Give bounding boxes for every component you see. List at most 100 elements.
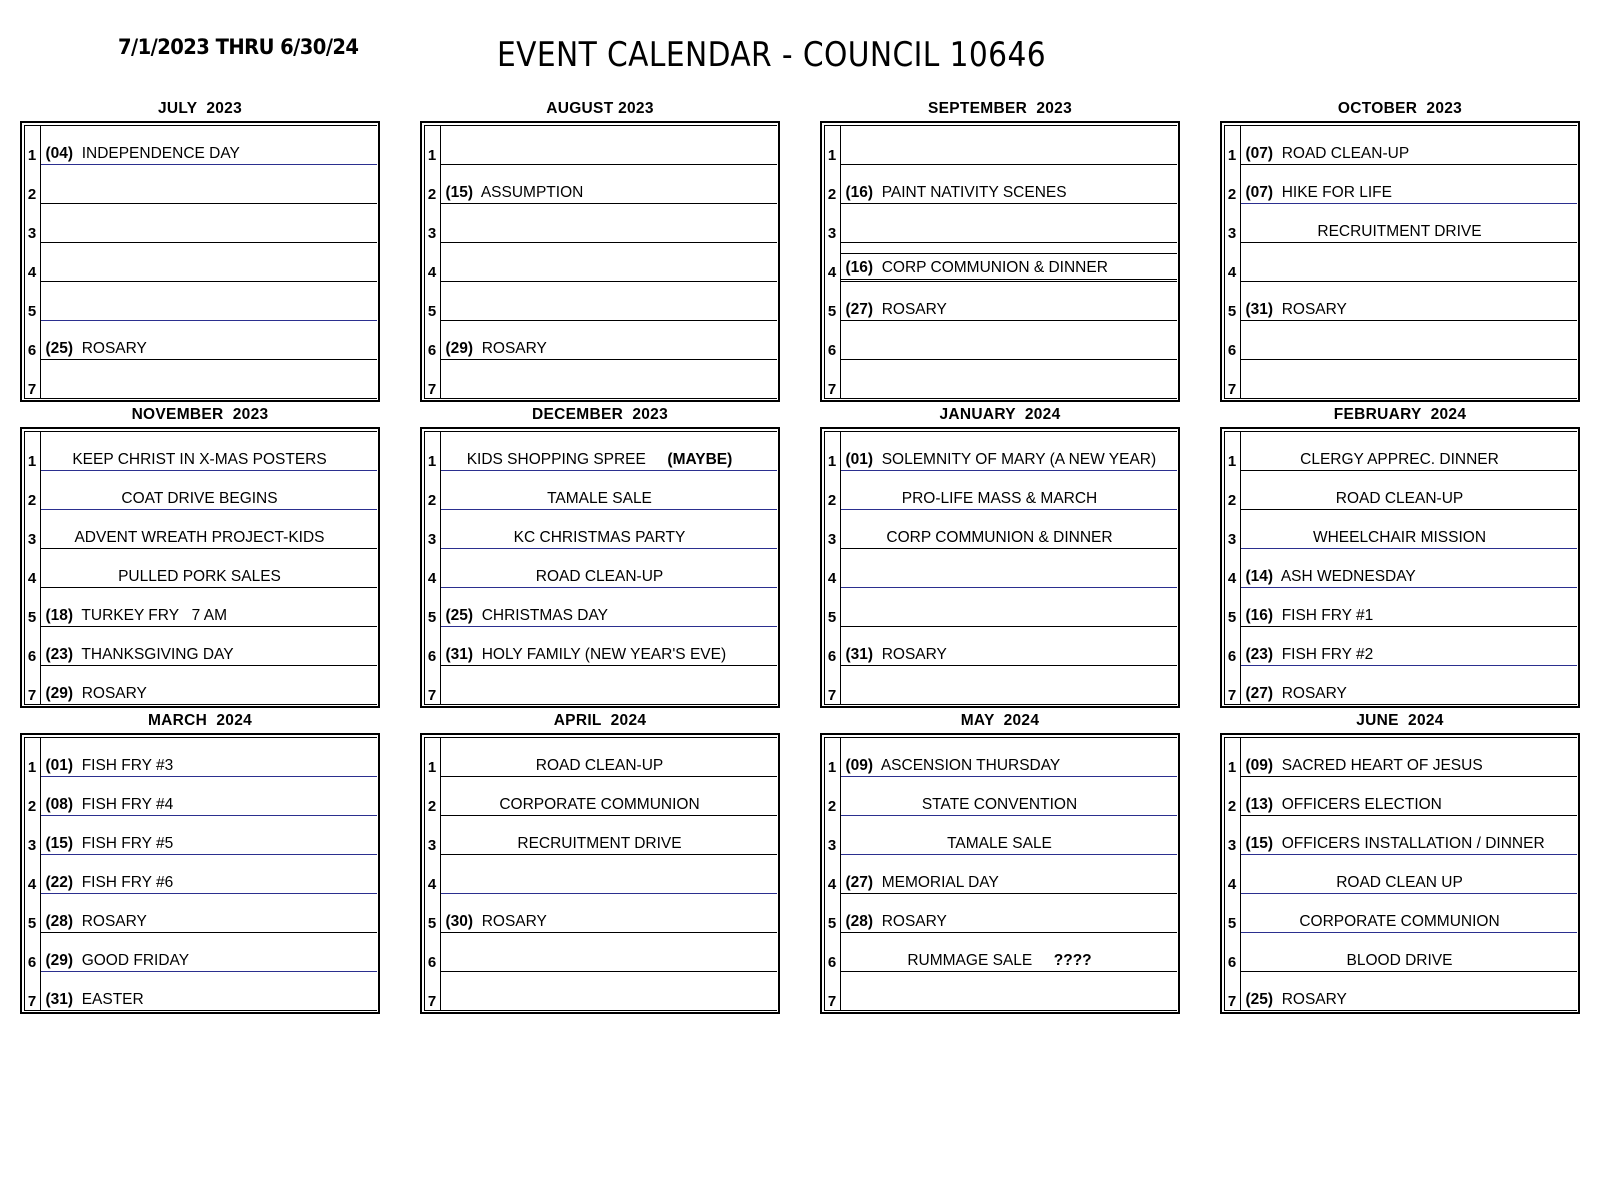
event-row[interactable]	[840, 549, 1177, 588]
week-number: 6	[27, 341, 37, 359]
event-row[interactable]: (25) CHRISTMAS DAY	[440, 588, 777, 627]
event-row[interactable]: (09) ASCENSION THURSDAY	[840, 738, 1177, 777]
event-row[interactable]: (27) ROSARY	[1241, 666, 1577, 705]
month-block: JUNE 2024 1 2 3 4 5 6 7 (09) SACRED HEART OF JES…	[1200, 712, 1600, 1014]
event-row[interactable]	[841, 666, 1177, 705]
event-row[interactable]: (27) MEMORIAL DAY	[840, 855, 1177, 894]
event-row[interactable]: TAMALE SALE	[440, 471, 777, 510]
event-row[interactable]: (29) GOOD FRIDAY	[40, 933, 377, 972]
event-row[interactable]: (09) SACRED HEART OF JESUS	[1240, 738, 1577, 777]
event-row[interactable]: (16) FISH FRY #1	[1240, 588, 1577, 627]
event-row[interactable]: (16) PAINT NATIVITY SCENES	[840, 165, 1177, 204]
event-row[interactable]: ROAD CLEAN-UP	[1240, 471, 1577, 510]
event-row[interactable]	[841, 360, 1177, 399]
event-row[interactable]: ROAD CLEAN UP	[1240, 855, 1577, 894]
event-row[interactable]: (31) HOLY FAMILY (NEW YEAR'S EVE)	[440, 627, 777, 666]
event-row[interactable]	[840, 588, 1177, 627]
event-row[interactable]: CORPORATE COMMUNION	[440, 777, 777, 816]
event-row[interactable]	[440, 204, 777, 243]
event-row[interactable]: STATE CONVENTION	[840, 777, 1177, 816]
event-row[interactable]	[440, 243, 777, 282]
event-row[interactable]	[441, 972, 777, 1011]
event-row[interactable]: PULLED PORK SALES	[40, 549, 377, 588]
event-row[interactable]	[1240, 243, 1577, 282]
event-text: (09) SACRED HEART OF JESUS	[1245, 756, 1483, 774]
month-block: JULY 2023 1 2 3 4 5 6 7 (04) INDEPENDENCE DAY (25…	[0, 100, 400, 402]
event-row[interactable]	[1240, 321, 1577, 360]
event-row[interactable]: (01) SOLEMNITY OF MARY (A NEW YEAR)	[840, 432, 1177, 471]
event-row[interactable]: (28) ROSARY	[840, 894, 1177, 933]
event-row[interactable]: BLOOD DRIVE	[1240, 933, 1577, 972]
event-row[interactable]: (28) ROSARY	[40, 894, 377, 933]
event-row[interactable]: (15) FISH FRY #5	[40, 816, 377, 855]
event-row[interactable]: (31) ROSARY	[840, 627, 1177, 666]
week-number: 1	[27, 758, 37, 776]
event-row[interactable]: (27) ROSARY	[840, 282, 1177, 321]
event-row[interactable]	[441, 360, 777, 399]
event-row[interactable]	[840, 204, 1177, 243]
event-row[interactable]	[40, 165, 377, 204]
month-title: APRIL 2024	[553, 712, 647, 729]
event-row[interactable]: (25) ROSARY	[40, 321, 377, 360]
event-row[interactable]: KEEP CHRIST IN X-MAS POSTERS	[40, 432, 377, 471]
event-row[interactable]: (30) ROSARY	[440, 894, 777, 933]
month-table: 1 2 3 4 5 6 7 (09) SACRED HEART OF JESUS (13) OF…	[1220, 733, 1580, 1014]
event-row[interactable]: (13) OFFICERS ELECTION	[1240, 777, 1577, 816]
event-row[interactable]: ROAD CLEAN-UP	[440, 738, 777, 777]
event-row[interactable]	[1241, 360, 1577, 399]
month-title: JUNE 2024	[1356, 712, 1444, 729]
event-row[interactable]: WHEELCHAIR MISSION	[1240, 510, 1577, 549]
event-note: ????	[1032, 951, 1092, 969]
event-row[interactable]: (29) ROSARY	[440, 321, 777, 360]
event-row[interactable]	[841, 972, 1177, 1011]
event-row[interactable]: (15) OFFICERS INSTALLATION / DINNER	[1240, 816, 1577, 855]
event-date: (31)	[445, 645, 474, 663]
event-row[interactable]: (31) EASTER	[41, 972, 377, 1011]
event-row[interactable]: RUMMAGE SALE ????	[840, 933, 1177, 972]
event-row[interactable]: TAMALE SALE	[840, 816, 1177, 855]
event-note: (MAYBE)	[645, 450, 733, 468]
event-row[interactable]: (23) THANKSGIVING DAY	[40, 627, 377, 666]
event-row[interactable]: (07) ROAD CLEAN-UP	[1240, 126, 1577, 165]
event-row[interactable]: (07) HIKE FOR LIFE	[1240, 165, 1577, 204]
week-number-column: 1 2 3 4 5 6 7	[425, 737, 441, 1011]
event-row[interactable]: (23) FISH FRY #2	[1240, 627, 1577, 666]
event-row[interactable]	[40, 243, 377, 282]
event-row[interactable]	[440, 933, 777, 972]
event-row[interactable]: (04) INDEPENDENCE DAY	[40, 126, 377, 165]
event-row-overlay[interactable]: (16) CORP COMMUNION & DINNER	[840, 252, 1177, 280]
event-row[interactable]	[440, 855, 777, 894]
event-row[interactable]	[441, 666, 777, 705]
event-row[interactable]	[440, 126, 777, 165]
event-row[interactable]	[840, 321, 1177, 360]
event-row[interactable]: (25) ROSARY	[1241, 972, 1577, 1011]
event-row[interactable]	[40, 282, 377, 321]
event-row[interactable]: ADVENT WREATH PROJECT-KIDS	[40, 510, 377, 549]
event-row[interactable]: (08) FISH FRY #4	[40, 777, 377, 816]
event-row[interactable]: CORP COMMUNION & DINNER	[840, 510, 1177, 549]
event-row[interactable]: KC CHRISTMAS PARTY	[440, 510, 777, 549]
event-row[interactable]: (15) ASSUMPTION	[440, 165, 777, 204]
event-row[interactable]: (14) ASH WEDNESDAY	[1240, 549, 1577, 588]
event-row[interactable]: COAT DRIVE BEGINS	[40, 471, 377, 510]
event-row[interactable]	[840, 126, 1177, 165]
event-row[interactable]	[440, 282, 777, 321]
event-row[interactable]: ROAD CLEAN-UP	[440, 549, 777, 588]
month-title: NOVEMBER 2023	[131, 406, 269, 423]
event-row[interactable]	[40, 204, 377, 243]
event-row[interactable]: CORPORATE COMMUNION	[1240, 894, 1577, 933]
week-number: 5	[827, 608, 837, 626]
event-row[interactable]: PRO-LIFE MASS & MARCH	[840, 471, 1177, 510]
event-row[interactable]: (01) FISH FRY #3	[40, 738, 377, 777]
event-row[interactable]: (22) FISH FRY #6	[40, 855, 377, 894]
event-row[interactable]: (29) ROSARY	[41, 666, 377, 705]
date-range-label: 7/1/2023 THRU 6/30/24	[118, 35, 359, 59]
event-row[interactable]: RECRUITMENT DRIVE	[1240, 204, 1577, 243]
event-row[interactable]	[41, 360, 377, 399]
event-row[interactable]: (18) TURKEY FRY 7 AM	[40, 588, 377, 627]
event-row[interactable]: (31) ROSARY	[1240, 282, 1577, 321]
event-row[interactable]: KIDS SHOPPING SPREE (MAYBE)	[440, 432, 777, 471]
event-row[interactable]: CLERGY APPREC. DINNER	[1240, 432, 1577, 471]
event-row[interactable]: RECRUITMENT DRIVE	[440, 816, 777, 855]
week-number: 5	[427, 302, 437, 320]
